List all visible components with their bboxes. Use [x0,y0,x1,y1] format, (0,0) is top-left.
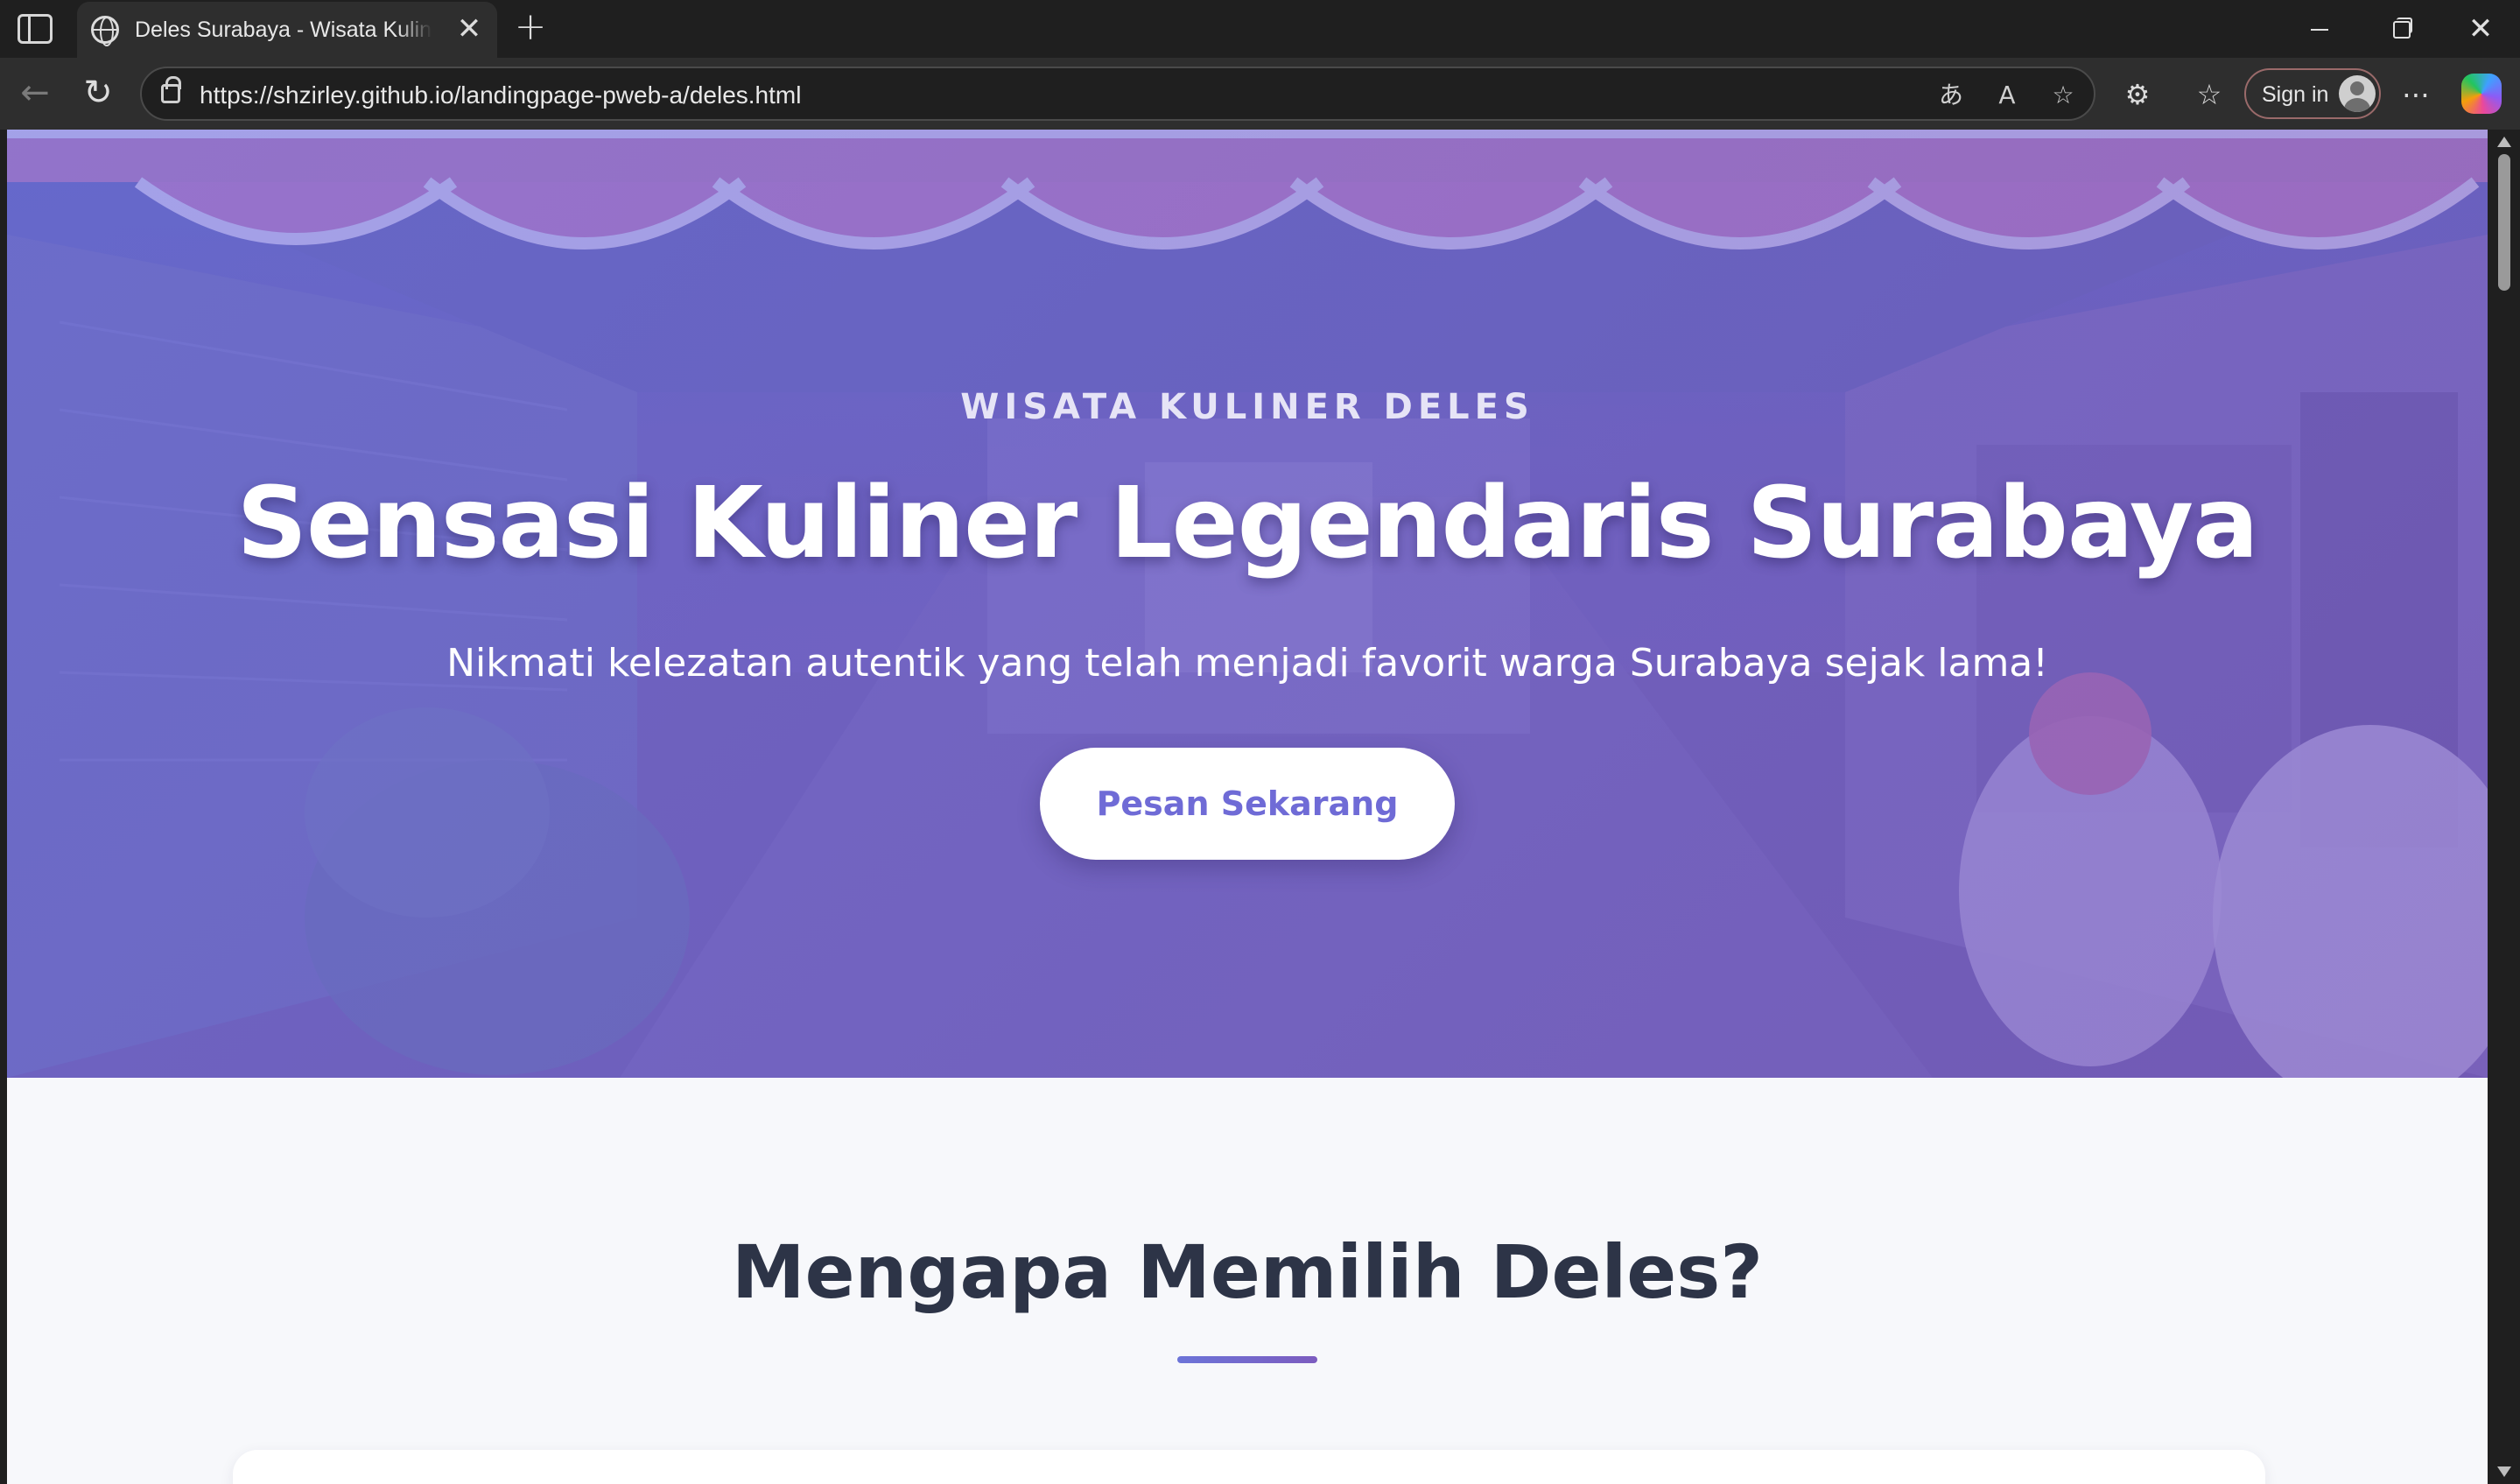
feature-card [233,1450,2265,1484]
star-icon[interactable]: ☆ [2046,79,2080,112]
sidebar-icon[interactable] [18,14,53,44]
scroll-up-arrow-icon[interactable] [2497,137,2511,147]
order-now-button[interactable]: Pesan Sekarang [1040,748,1455,860]
copilot-icon[interactable] [2461,74,2502,114]
globe-icon [91,16,119,46]
read-aloud-icon[interactable]: A [1990,79,2024,112]
favorites-list-icon[interactable]: ☆ [2190,75,2229,114]
browser-toolbar: ← ↻ https://shzirley.github.io/landingpa… [0,58,2520,130]
features-section-title: Mengapa Memilih Deles? [732,1229,1763,1315]
address-bar[interactable]: https://shzirley.github.io/landingpage-p… [140,67,2095,121]
sign-in-button[interactable]: Sign in [2244,68,2381,119]
hero-eyebrow: WISATA KULINER DELES [960,387,1534,427]
scroll-down-arrow-icon[interactable] [2497,1466,2511,1477]
tab-title: Deles Surabaya - Wisata Kuliner Legendar… [135,18,432,42]
reload-icon[interactable]: ↻ [79,74,117,112]
page-viewport: WISATA KULINER DELES Sensasi Kuliner Leg… [7,130,2488,1484]
plus-icon[interactable]: + [511,8,550,47]
avatar [2339,75,2376,112]
minimize-icon[interactable] [2293,7,2346,51]
back-arrow-icon[interactable]: ← [16,74,54,112]
hero-overlay [7,130,2488,1078]
page-scrollbar[interactable] [2488,130,2520,1484]
translate-icon[interactable]: あ [1934,79,1968,112]
section-title-underline [1177,1356,1317,1363]
lock-icon[interactable] [161,76,181,103]
window-close-icon[interactable]: ✕ [2454,7,2507,51]
hero-title: Sensasi Kuliner Legendaris Surabaya [236,467,2258,580]
browser-tab[interactable]: Deles Surabaya - Wisata Kuliner Legendar… [77,2,497,58]
close-icon[interactable]: ✕ [453,14,485,46]
hero-subtitle: Nikmati kelezatan autentik yang telah me… [446,641,2048,686]
hero-section: WISATA KULINER DELES Sensasi Kuliner Leg… [7,130,2488,1078]
restore-icon[interactable] [2374,7,2426,51]
puzzle-icon[interactable]: ⚙ [2118,75,2157,114]
more-icon[interactable]: ⋯ [2397,75,2435,114]
browser-titlebar: Deles Surabaya - Wisata Kuliner Legendar… [0,0,2520,58]
scroll-thumb[interactable] [2498,154,2510,291]
sign-in-label: Sign in [2262,82,2329,107]
url-text[interactable]: https://shzirley.github.io/landingpage-p… [200,81,801,110]
